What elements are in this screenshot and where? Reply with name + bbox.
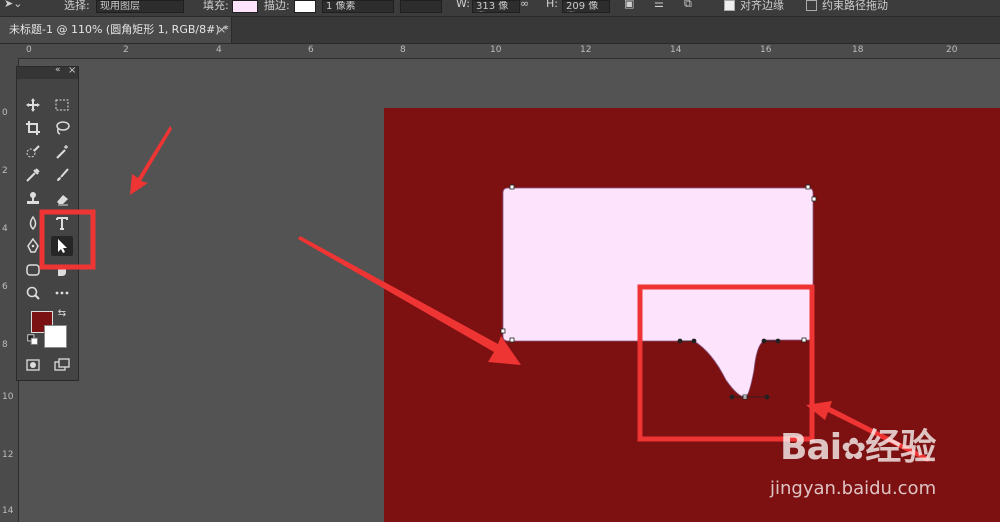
- speech-bubble-shape[interactable]: [502, 187, 814, 398]
- watermark-brand: Bai: [780, 427, 842, 468]
- tool-highlight-box: [39, 209, 96, 270]
- paw-icon: ✿: [841, 432, 866, 467]
- watermark-url: jingyan.baidu.com: [770, 478, 937, 499]
- watermark-brand-suffix: 经验: [865, 427, 936, 468]
- baidu-watermark: Bai✿经验: [780, 418, 936, 470]
